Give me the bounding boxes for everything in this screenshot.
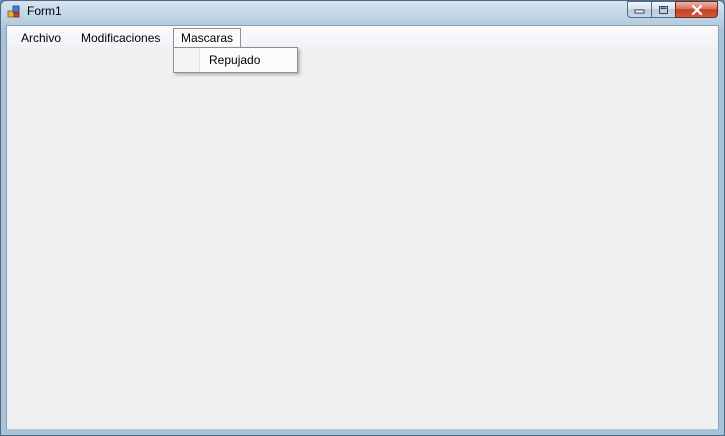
app-icon[interactable] [7,5,21,19]
close-icon [691,4,702,15]
maximize-icon [659,5,668,14]
close-button[interactable] [675,1,718,18]
minimize-icon [634,9,645,14]
window-bottom-border[interactable] [1,429,724,435]
menu-archivo[interactable]: Archivo [13,28,69,48]
maximize-button[interactable] [651,1,676,18]
mascaras-dropdown-menu: Repujado [173,47,298,73]
application-window: Form1 Archivo Modificaciones Mascaras Re… [0,0,725,436]
title-bar[interactable]: Form1 [1,1,724,25]
menu-modificaciones[interactable]: Modificaciones [73,28,168,48]
menu-bar: Archivo Modificaciones Mascaras [7,26,718,50]
minimize-button[interactable] [627,1,652,18]
menu-mascaras[interactable]: Mascaras [173,28,242,48]
menu-item-repujado[interactable]: Repujado [175,49,296,71]
form-client-area: Archivo Modificaciones Mascaras Repujado [6,25,719,430]
window-title: Form1 [27,4,62,18]
